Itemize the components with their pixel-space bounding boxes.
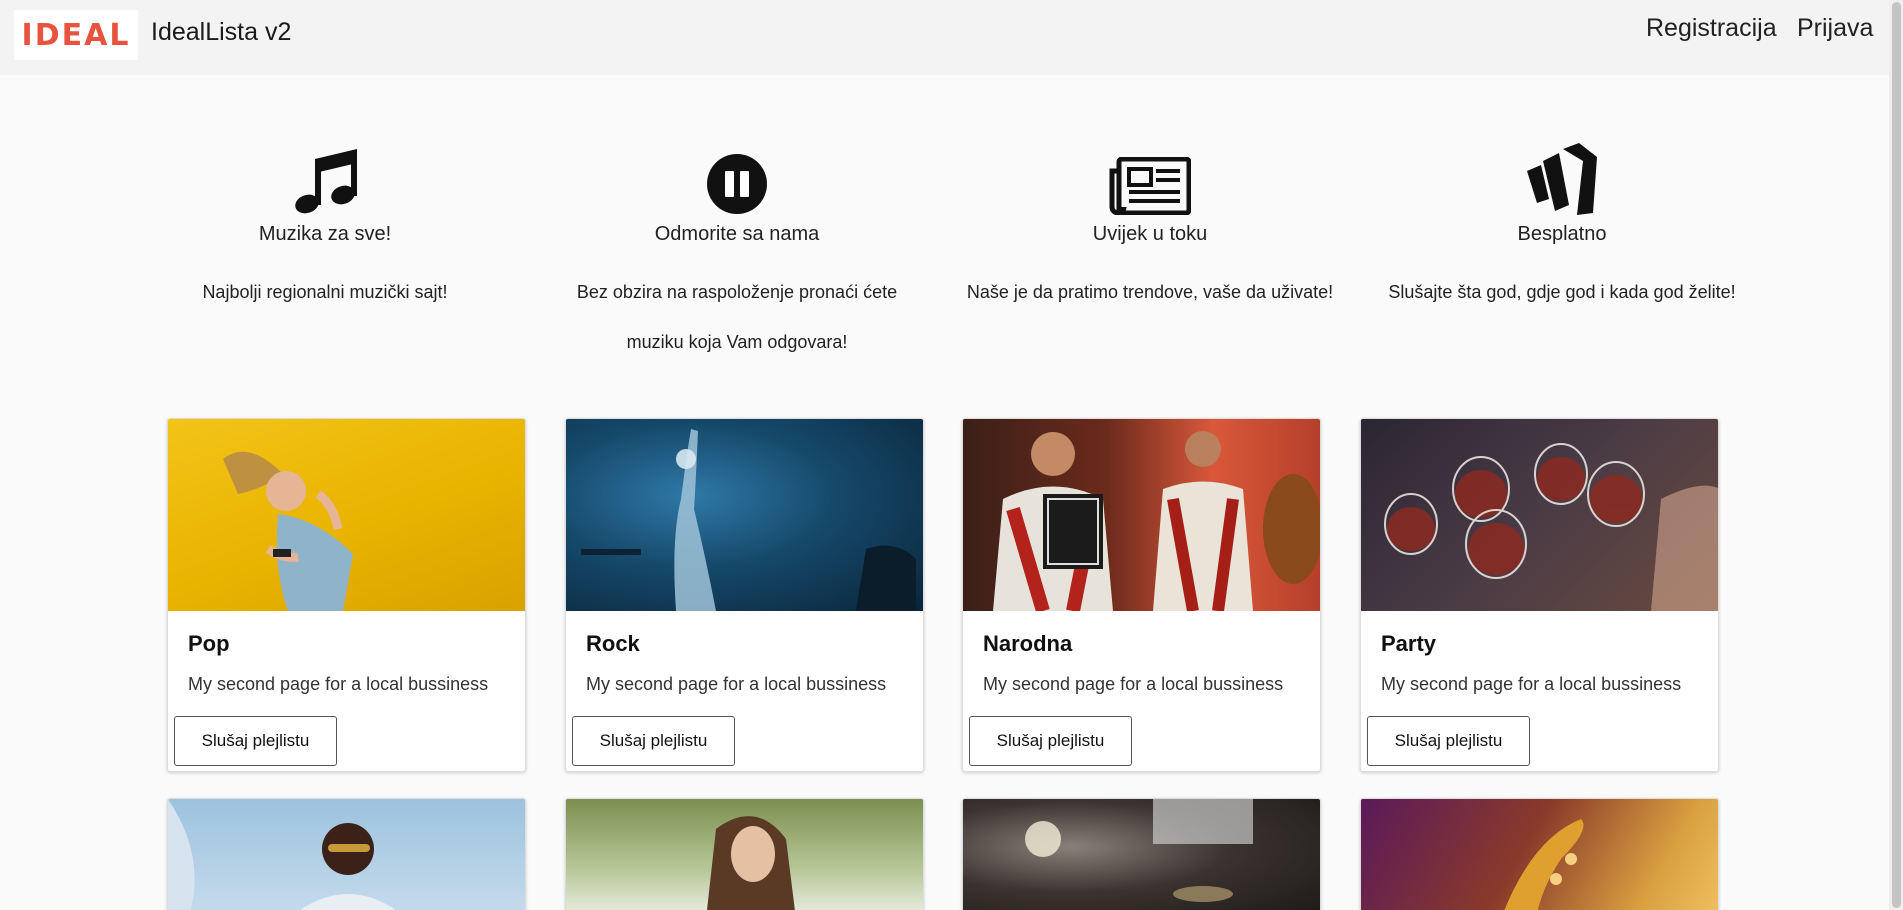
feature-title: Odmorite sa nama [654, 223, 820, 245]
music-note-icon [120, 145, 530, 215]
playlist-card [167, 798, 526, 910]
card-image [168, 799, 525, 910]
listen-playlist-button[interactable]: Slušaj plejlistu [969, 716, 1132, 766]
playlist-card [565, 798, 924, 910]
feature-free: Besplatno Slušajte šta god, gdje god i k… [1357, 143, 1767, 317]
card-image [566, 799, 923, 910]
feature-title: Uvijek u toku [1092, 223, 1208, 245]
card-image [566, 419, 923, 611]
feature-news: Uvijek u toku Naše je da pratimo trendov… [945, 145, 1355, 317]
logo[interactable]: IDEAL [14, 10, 138, 60]
card-title: Pop [188, 631, 230, 656]
listen-playlist-button[interactable]: Slušaj plejlistu [1367, 716, 1530, 766]
playlist-card-party: Party My second page for a local bussine… [1360, 418, 1719, 772]
card-image [963, 799, 1320, 910]
card-title: Narodna [983, 631, 1073, 656]
card-image [963, 419, 1320, 611]
pause-circle-icon [532, 145, 942, 215]
playlist-card [1360, 798, 1719, 910]
listen-playlist-button[interactable]: Slušaj plejlistu [174, 716, 337, 766]
card-image [168, 419, 525, 611]
feature-title: Besplatno [1517, 223, 1607, 245]
card-image [1361, 419, 1718, 611]
playlist-card-pop: Pop My second page for a local bussiness… [167, 418, 526, 772]
feature-relax: Odmorite sa nama Bez obzira na raspolože… [532, 145, 942, 367]
card-title: Rock [586, 631, 640, 656]
card-text: My second page for a local bussiness [1381, 674, 1682, 694]
feature-description: Bez obzira na raspoloženje pronaći ćete … [576, 282, 898, 352]
playlist-card-rock: Rock My second page for a local bussines… [565, 418, 924, 772]
playlist-card [962, 798, 1321, 910]
feature-description: Najbolji regionalni muzički sajt! [202, 282, 448, 302]
feature-music: Muzika za sve! Najbolji regionalni muzič… [120, 145, 530, 317]
navbar: IDEAL IdealLista v2 Registracija Prijava [0, 0, 1903, 75]
card-title: Party [1381, 631, 1437, 656]
wave-logo-icon [1357, 143, 1767, 215]
brand-name[interactable]: IdealLista v2 [151, 18, 291, 47]
listen-playlist-button[interactable]: Slušaj plejlistu [572, 716, 735, 766]
feature-title: Muzika za sve! [258, 223, 392, 245]
feature-description: Slušajte šta god, gdje god i kada god že… [1388, 282, 1736, 302]
card-image [1361, 799, 1718, 910]
card-text: My second page for a local bussiness [983, 674, 1284, 694]
feature-description: Naše je da pratimo trendove, vaše da uži… [966, 282, 1334, 302]
logo-text: IDEAL [21, 17, 131, 53]
card-text: My second page for a local bussiness [188, 674, 489, 694]
scrollbar[interactable] [1889, 0, 1903, 910]
playlist-card-narodna: Narodna My second page for a local bussi… [962, 418, 1321, 772]
newspaper-icon [945, 145, 1355, 215]
card-text: My second page for a local bussiness [586, 674, 887, 694]
scrollbar-thumb[interactable] [1892, 2, 1901, 908]
register-link[interactable]: Registracija [1646, 14, 1777, 43]
login-link[interactable]: Prijava [1797, 14, 1873, 43]
